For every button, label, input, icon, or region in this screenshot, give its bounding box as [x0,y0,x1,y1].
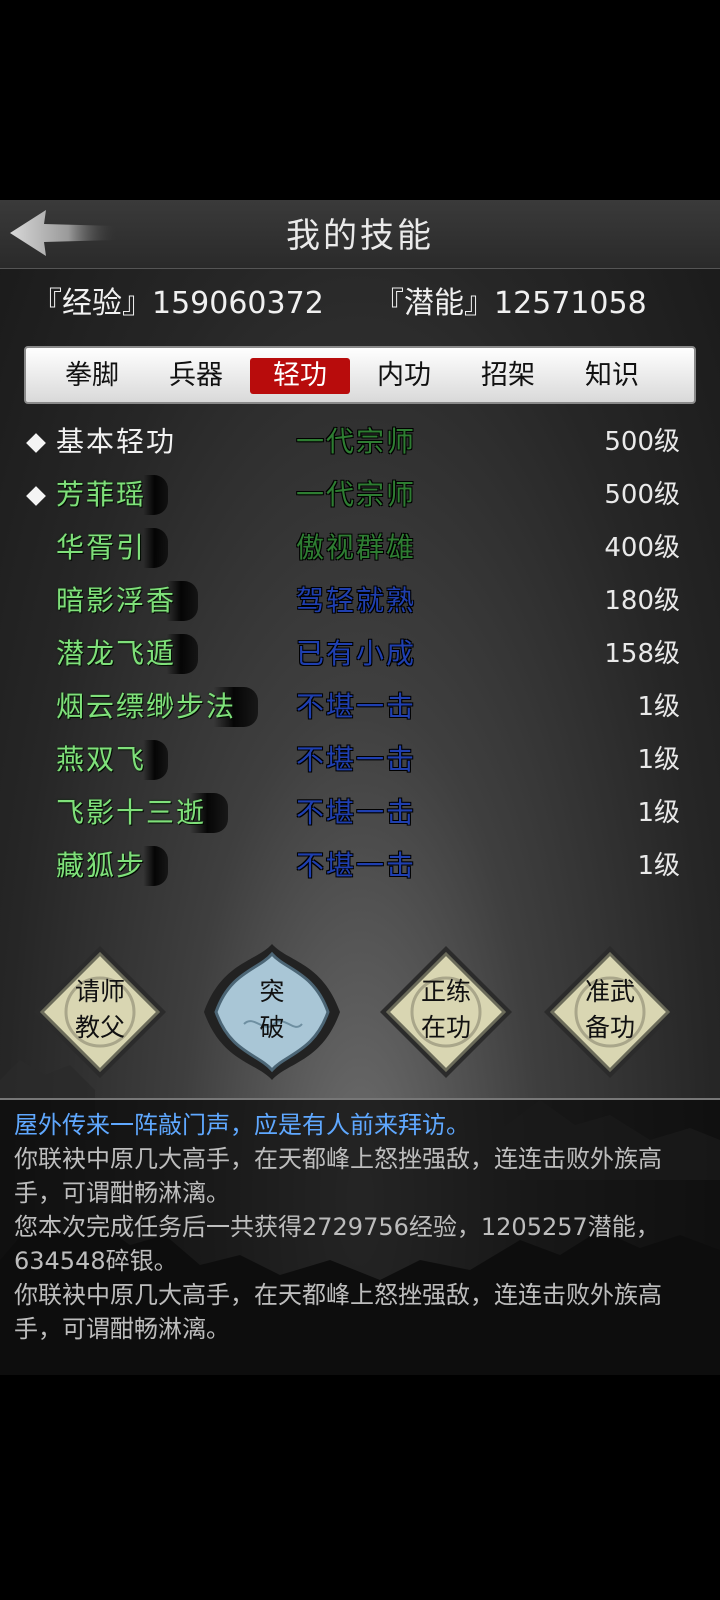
breakthrough-button[interactable]: 突破 [204,944,340,1080]
action-buttons: 请师 教父 突破 正练 在功 准武 备功 [0,944,720,1084]
exp-label: 『经验』 [32,286,152,321]
skill-rank: 不堪一击 [296,690,417,723]
skill-level: 1级 [637,798,680,828]
skill-row[interactable]: 烟云缥缈步法 不堪一击 1级 [20,683,700,733]
tab-knowledge[interactable]: 知识 [562,358,662,394]
skill-row[interactable]: 暗影浮香 驾轻就熟 180级 [20,577,700,627]
skill-rank: 不堪一击 [296,796,417,829]
skill-row[interactable]: 飞影十三逝 不堪一击 1级 [20,789,700,839]
skill-level: 180级 [604,586,680,616]
skill-rank: 驾轻就熟 [296,584,417,617]
log-line: 你联袂中原几大高手，在天都峰上怒挫强敌，连连击败外族高手，可谓酣畅淋漓。 [14,1281,662,1343]
skill-rank: 傲视群雄 [296,531,417,564]
tab-lightness[interactable]: 轻功 [250,358,350,394]
skill-level: 400级 [604,533,680,563]
skill-row[interactable]: 基本轻功 一代宗师 500级 [20,418,700,468]
action-label: 准武 备功 [584,977,635,1042]
log-line: 屋外传来一阵敲门声，应是有人前来拜访。 [14,1111,470,1139]
skill-rank: 不堪一击 [296,743,417,776]
page-title: 我的技能 [286,216,434,256]
skill-level: 500级 [604,480,680,510]
message-log[interactable]: 屋外传来一阵敲门声，应是有人前来拜访。 你联袂中原几大高手，在天都峰上怒挫强敌，… [0,1098,720,1375]
ask-master-button[interactable]: 请师 教父 [32,944,168,1080]
skill-name: 芳菲瑶 [56,475,169,515]
prepare-skill-button[interactable]: 准武 备功 [542,944,678,1080]
tab-parry[interactable]: 招架 [458,358,558,394]
skill-name: 烟云缥缈步法 [56,687,259,727]
tab-inner[interactable]: 内功 [354,358,454,394]
exp-value: 159060372 [152,286,324,321]
tab-fist[interactable]: 拳脚 [42,358,142,394]
skill-level: 1级 [637,692,680,722]
skill-row[interactable]: 燕双飞 不堪一击 1级 [20,736,700,786]
skill-rank: 一代宗师 [296,478,417,511]
potential-value: 12571058 [494,286,647,321]
potential-stat: 『潜能』12571058 [374,278,647,322]
potential-label: 『潜能』 [374,286,494,321]
skill-name: 基本轻功 [56,425,177,458]
skill-level: 1级 [637,851,680,881]
skill-name: 潜龙飞遁 [56,634,199,674]
game-screen: 我的技能 『经验』159060372 『潜能』12571058 拳脚 兵器 轻功… [0,200,720,1375]
skill-level: 500级 [604,427,680,457]
tab-weapon[interactable]: 兵器 [146,358,246,394]
skill-row[interactable]: 藏狐步 不堪一击 1级 [20,842,700,892]
skill-name: 飞影十三逝 [56,793,229,833]
skill-rank: 不堪一击 [296,849,417,882]
action-label: 正练 在功 [420,977,471,1042]
skill-name: 华胥引 [56,528,169,568]
skill-row[interactable]: 芳菲瑶 一代宗师 500级 [20,471,700,521]
skill-level: 158级 [604,639,680,669]
action-label: 请师 教父 [74,977,125,1042]
exp-stat: 『经验』159060372 [32,278,324,322]
skill-rank: 已有小成 [296,637,417,670]
action-label: 突破 [259,977,285,1042]
log-line: 您本次完成任务后一共获得2729756经验，1205257潜能，634548碎银… [14,1213,660,1275]
practice-button[interactable]: 正练 在功 [378,944,514,1080]
skill-name: 藏狐步 [56,846,169,886]
stats-bar: 『经验』159060372 『潜能』12571058 [32,278,692,328]
skill-name: 暗影浮香 [56,581,199,621]
skill-row[interactable]: 华胥引 傲视群雄 400级 [20,524,700,574]
log-line: 你联袂中原几大高手，在天都峰上怒挫强敌，连连击败外族高手，可谓酣畅淋漓。 [14,1145,662,1207]
header-bar: 我的技能 [0,200,720,269]
skill-name: 燕双飞 [56,740,169,780]
skill-row[interactable]: 潜龙飞遁 已有小成 158级 [20,630,700,680]
skill-category-tabs: 拳脚 兵器 轻功 内功 招架 知识 [24,346,696,404]
skill-rank: 一代宗师 [296,425,417,458]
marked-diamond-icon [26,486,46,506]
marked-diamond-icon [26,433,46,453]
skill-level: 1级 [637,745,680,775]
